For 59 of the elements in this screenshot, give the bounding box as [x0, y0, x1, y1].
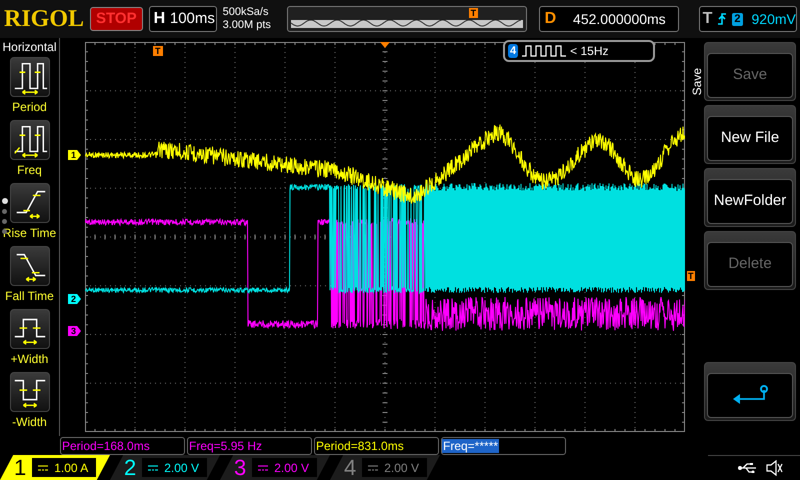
memory-depth: 3.00M pts	[222, 19, 272, 32]
measurement-readout: Freq=5.95 Hz	[187, 436, 312, 454]
trigger-label: T	[702, 9, 712, 29]
menu-button[interactable]: NewFolder	[707, 179, 793, 224]
back-button[interactable]	[707, 373, 793, 418]
dc-coupling-icon	[258, 464, 268, 470]
trigger-display[interactable]: T 2 920mV	[698, 6, 797, 32]
channel-scale: 2.00 V	[274, 460, 309, 476]
measure-label: -Width	[12, 415, 47, 429]
channel-scale: 2.00 V	[384, 460, 419, 476]
timebase-label: H	[152, 9, 166, 29]
dc-coupling-icon	[148, 464, 158, 470]
measure-label: Period	[12, 100, 47, 114]
measurement-readout: Period=168.0ms	[60, 436, 185, 454]
channel-scale: 2.00 V	[164, 460, 199, 476]
measure-label: +Width	[10, 352, 48, 366]
measurement-readout: Period=831.0ms	[314, 436, 439, 454]
measure-button[interactable]	[10, 246, 50, 286]
menu-title: Horizontal	[2, 40, 57, 55]
usb-icon	[738, 463, 758, 473]
rising-edge-icon	[717, 12, 728, 26]
brand-logo: RIGOL	[4, 7, 84, 31]
channel-marker: 2	[68, 294, 82, 304]
trigger-position-icon	[380, 42, 390, 48]
dc-coupling-icon	[368, 464, 378, 470]
dc-coupling-icon	[38, 464, 48, 470]
trigger-level: 920mV	[752, 10, 796, 28]
sample-rate: 500kSa/s	[222, 6, 270, 19]
channel-tab[interactable]: 4 2.00 V	[330, 455, 440, 480]
measure-label: Fall Time	[5, 289, 54, 303]
delay-label: D	[544, 9, 558, 29]
channel-scale: 1.00 A	[54, 460, 88, 476]
counter-channel: 4	[508, 44, 518, 58]
trigger-marker: T	[468, 8, 478, 18]
menu-button[interactable]: New File	[707, 116, 793, 161]
trigger-level-marker: T	[687, 271, 694, 281]
measure-button[interactable]	[10, 57, 50, 97]
channel-tab[interactable]: 1 1.00 A	[0, 455, 110, 480]
overview-waveform-icon	[290, 20, 523, 28]
measure-button[interactable]	[10, 120, 50, 160]
timebase-display[interactable]: H 100ms	[148, 6, 217, 32]
delay-display[interactable]: D 452.000000ms	[538, 6, 679, 32]
speaker-muted-icon	[766, 460, 784, 476]
square-wave-icon	[522, 45, 566, 57]
measure-button[interactable]	[10, 309, 50, 349]
measure-button[interactable]	[10, 183, 50, 223]
measure-label: Freq	[17, 163, 42, 177]
trigger-source: 2	[732, 12, 742, 26]
menu-title: Save	[689, 68, 705, 96]
channel-tab[interactable]: 2 2.00 V	[110, 455, 220, 480]
measure-button[interactable]	[10, 372, 50, 412]
channel-marker: 1	[68, 150, 82, 160]
delay-value: 452.000000ms	[572, 10, 667, 28]
measurement-readout: Freq=*****	[441, 436, 566, 454]
counter-reading: < 15Hz	[570, 43, 608, 60]
channel-marker: 3	[68, 326, 82, 336]
timebase-value: 100ms	[169, 8, 216, 29]
trigger-position-marker: T	[153, 46, 162, 56]
channel-tab[interactable]: 3 2.00 V	[220, 455, 330, 480]
